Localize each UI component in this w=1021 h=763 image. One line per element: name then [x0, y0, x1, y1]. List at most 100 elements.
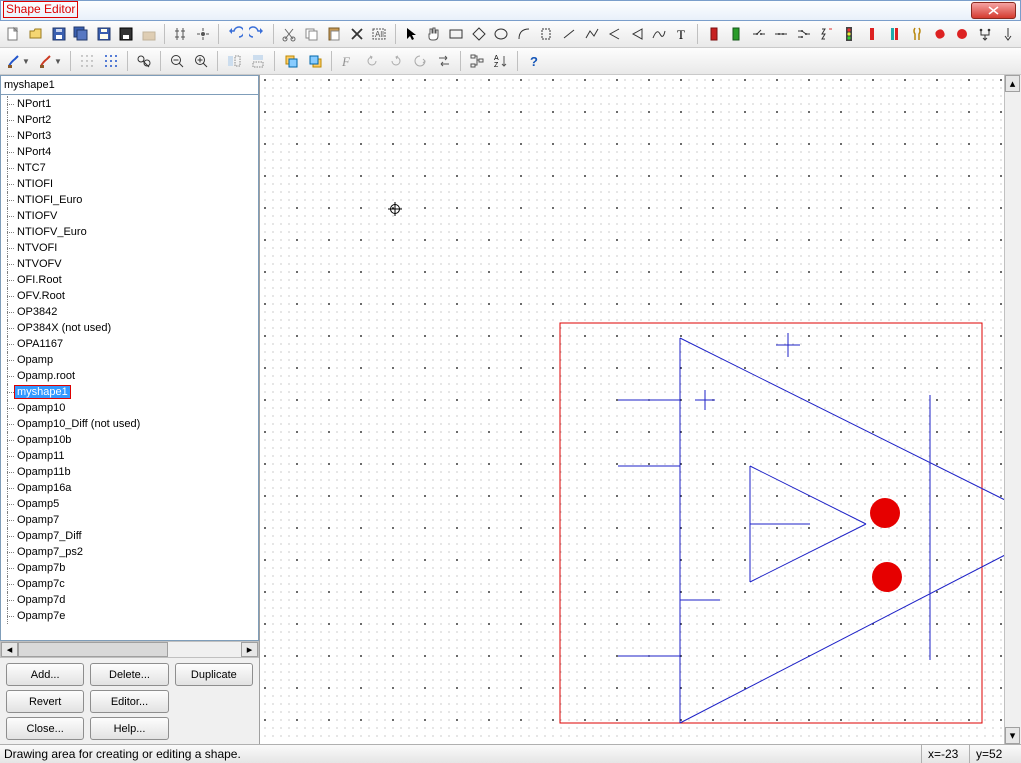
tree-item[interactable]: Opamp10b — [1, 432, 258, 448]
grid-fine-button[interactable] — [77, 51, 97, 71]
rotate-right-button[interactable] — [386, 51, 406, 71]
tree-item[interactable]: Opamp7 — [1, 512, 258, 528]
help-button[interactable]: ? — [524, 51, 544, 71]
find-button[interactable] — [134, 51, 154, 71]
down-arrow-tool[interactable] — [998, 24, 1017, 44]
scroll-up-button[interactable]: ▴ — [1005, 75, 1020, 92]
open-poly-tool[interactable] — [605, 24, 624, 44]
tree-item[interactable]: Opamp7_Diff — [1, 528, 258, 544]
disc-tool[interactable] — [953, 24, 972, 44]
tree-item[interactable]: Opamp.root — [1, 368, 258, 384]
save-as-button[interactable] — [117, 24, 136, 44]
arc-tool[interactable] — [514, 24, 533, 44]
pliers-tool[interactable] — [908, 24, 927, 44]
pan-tool[interactable] — [424, 24, 443, 44]
tree-item[interactable]: NTIOFV_Euro — [1, 224, 258, 240]
tree-item[interactable]: OPA1167 — [1, 336, 258, 352]
tree-item[interactable]: Opamp7_ps2 — [1, 544, 258, 560]
shape-tree[interactable]: NPort1NPort2NPort3NPort4NTC7NTIOFINTIOFI… — [1, 95, 258, 640]
tree-item[interactable]: Opamp7b — [1, 560, 258, 576]
line-tool[interactable] — [560, 24, 579, 44]
switch-c-tool[interactable] — [795, 24, 814, 44]
tree-item[interactable]: Opamp10 — [1, 400, 258, 416]
save-button[interactable] — [49, 24, 68, 44]
tree-item[interactable]: Opamp5 — [1, 496, 258, 512]
tree-item[interactable]: myshape1 — [1, 384, 258, 400]
ellipse-tool[interactable] — [492, 24, 511, 44]
bar-red-tool[interactable] — [863, 24, 882, 44]
paste-button[interactable] — [325, 24, 344, 44]
delete-shape-button[interactable]: Delete... — [90, 663, 168, 686]
drawing-canvas[interactable]: ▴ ▾ — [260, 75, 1021, 744]
swap-button[interactable] — [434, 51, 454, 71]
close-button[interactable]: Close... — [6, 717, 84, 740]
save-all-button[interactable] — [72, 24, 91, 44]
font-button[interactable]: F — [338, 51, 358, 71]
add-point-button[interactable] — [194, 24, 213, 44]
traffic-tool[interactable] — [840, 24, 859, 44]
blob-tool[interactable] — [930, 24, 949, 44]
undo-button[interactable] — [225, 24, 244, 44]
scroll-thumb[interactable] — [18, 642, 168, 657]
tree-item[interactable]: Opamp7c — [1, 576, 258, 592]
rotate-ccw-button[interactable] — [410, 51, 430, 71]
new-file-button[interactable] — [4, 24, 23, 44]
closed-poly-tool[interactable] — [628, 24, 647, 44]
copy-button[interactable] — [302, 24, 321, 44]
window-close-button[interactable] — [971, 2, 1016, 19]
save-alt-button[interactable] — [94, 24, 113, 44]
to-front-button[interactable] — [281, 51, 301, 71]
block-tool[interactable] — [537, 24, 556, 44]
open-file-button[interactable] — [27, 24, 46, 44]
scroll-left-button[interactable]: ◂ — [1, 642, 18, 657]
tree-item[interactable]: Opamp — [1, 352, 258, 368]
pointer-tool[interactable] — [401, 24, 420, 44]
tree-view-button[interactable] — [467, 51, 487, 71]
diamond-tool[interactable] — [469, 24, 488, 44]
tree-item[interactable]: NTC7 — [1, 160, 258, 176]
to-back-button[interactable] — [305, 51, 325, 71]
tree-item[interactable]: NPort1 — [1, 96, 258, 112]
select-all-button[interactable]: All — [370, 24, 389, 44]
tree-item[interactable]: OFV.Root — [1, 288, 258, 304]
canvas-vscroll[interactable]: ▴ ▾ — [1004, 75, 1021, 744]
flip-v-button[interactable] — [248, 51, 268, 71]
scroll-down-button[interactable]: ▾ — [1005, 727, 1020, 744]
brush-tool[interactable]: ▼ — [4, 51, 32, 71]
tree-item[interactable]: NPort4 — [1, 144, 258, 160]
scroll-right-button[interactable]: ▸ — [241, 642, 258, 657]
sort-button[interactable]: AZ — [491, 51, 511, 71]
led-red-tool[interactable] — [704, 24, 723, 44]
tree-item[interactable]: Opamp16a — [1, 480, 258, 496]
polyline-tool[interactable] — [582, 24, 601, 44]
tree-item[interactable]: NTVOFI — [1, 240, 258, 256]
zigzag-tool[interactable] — [817, 24, 836, 44]
spline-tool[interactable] — [650, 24, 669, 44]
tree-item[interactable]: Opamp7e — [1, 608, 258, 624]
tree-item[interactable]: OP384X (not used) — [1, 320, 258, 336]
zoom-out-button[interactable] — [167, 51, 187, 71]
zoom-in-button[interactable] — [191, 51, 211, 71]
fill-tool[interactable]: ▼ — [36, 51, 64, 71]
shape-search-input[interactable] — [0, 75, 259, 95]
rect-tool[interactable] — [447, 24, 466, 44]
down-nodes-tool[interactable] — [976, 24, 995, 44]
tree-item[interactable]: NTIOFI — [1, 176, 258, 192]
tree-item[interactable]: OFI.Root — [1, 272, 258, 288]
snap-toggle-button[interactable] — [171, 24, 190, 44]
tree-item[interactable]: Opamp7d — [1, 592, 258, 608]
rotate-left-button[interactable] — [362, 51, 382, 71]
tree-item[interactable]: NPort2 — [1, 112, 258, 128]
tree-item[interactable]: Opamp11 — [1, 448, 258, 464]
led-green-tool[interactable] — [727, 24, 746, 44]
duplicate-button[interactable]: Duplicate — [175, 663, 253, 686]
package-button[interactable] — [140, 24, 159, 44]
add-button[interactable]: Add... — [6, 663, 84, 686]
help-dialog-button[interactable]: Help... — [90, 717, 168, 740]
tree-item[interactable]: OP3842 — [1, 304, 258, 320]
cut-button[interactable] — [279, 24, 298, 44]
switch-a-tool[interactable] — [750, 24, 769, 44]
revert-button[interactable]: Revert — [6, 690, 84, 713]
delete-button[interactable] — [347, 24, 366, 44]
redo-button[interactable] — [248, 24, 267, 44]
